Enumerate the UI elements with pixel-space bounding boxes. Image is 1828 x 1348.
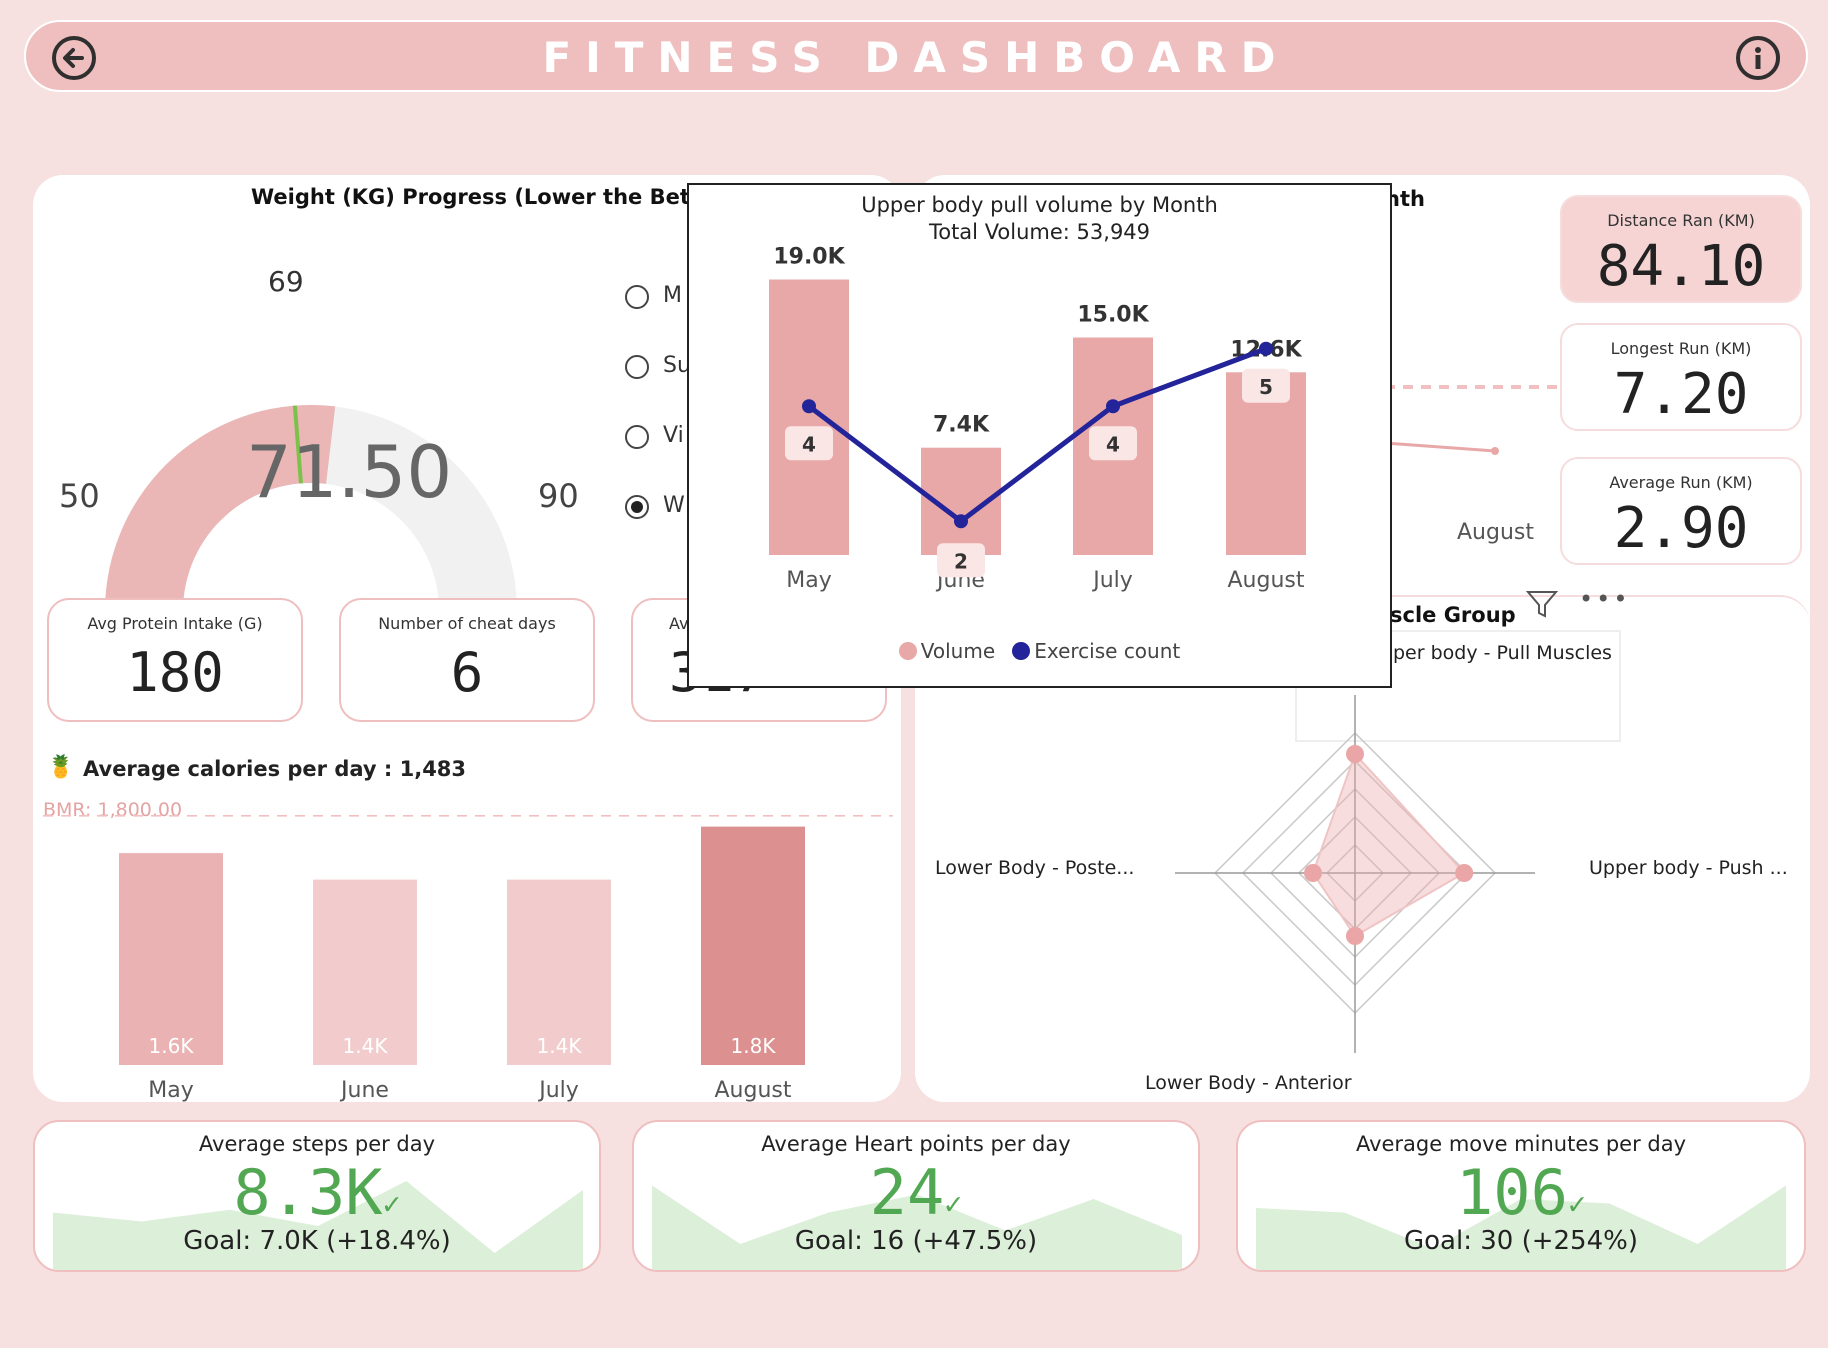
muscle-radar-chart [1175,695,1535,1053]
tooltip-category-label: July [1091,568,1133,593]
longest-run-value: 7.20 [1613,362,1749,427]
calories-category-label: August [715,1078,792,1103]
heart-goal: Goal: 16 (+47.5%) [794,1226,1038,1256]
legend-dot [1012,642,1031,660]
exercise-count-point[interactable] [1259,341,1273,356]
tooltip-title: Upper body pull volume by Month [861,193,1218,217]
pull-volume-chart: 19.0KMay7.4KJune15.0KJuly12.6KAugust4245 [769,245,1306,593]
volume-bar[interactable] [769,279,849,556]
tooltip-legend: Volume Exercise count [689,639,1390,664]
exercise-count-point[interactable] [954,514,968,529]
tooltip-subtitle: Total Volume: 53,949 [928,220,1151,244]
cheat-days-label: Number of cheat days [378,614,556,633]
radio-button[interactable] [625,355,649,379]
exercise-count-label: 5 [1259,375,1273,399]
steps-goal: Goal: 7.0K (+18.4%) [183,1226,451,1256]
radio-label: W [663,493,685,518]
average-run-label: Average Run (KM) [1609,473,1753,492]
calories-bar-label: 1.6K [149,1034,195,1058]
exercise-count-line [807,346,1267,525]
volume-bar-label: 19.0K [773,245,845,270]
move-minutes-card: Average move minutes per day 106✓ Goal: … [1236,1120,1806,1272]
gauge-value: 71.50 [246,430,453,514]
protein-value: 180 [126,641,224,704]
gauge-max-label: 90 [538,477,579,515]
steps-label: Average steps per day [198,1132,436,1156]
move-label: Average move minutes per day [1355,1132,1687,1156]
exercise-count-point[interactable] [1106,399,1120,414]
gauge-min-label: 50 [59,477,100,515]
protein-card: Avg Protein Intake (G) 180 [47,598,303,722]
move-goal: Goal: 30 (+254%) [1404,1226,1638,1256]
radar-label-right: Upper body - Push ... [1589,857,1788,879]
dashboard-title: FITNESS DASHBOARD [542,33,1290,82]
pull-volume-tooltip: Upper body pull volume by Month Total Vo… [687,183,1392,688]
average-run-value: 2.90 [1613,496,1749,561]
heart-points-card: Average Heart points per day 24✓ Goal: 1… [632,1120,1200,1272]
longest-run-card: Longest Run (KM) 7.20 [1560,323,1802,431]
calories-category-label: May [148,1078,193,1103]
radio-label: M [663,283,682,308]
distance-ran-label: Distance Ran (KM) [1607,211,1755,230]
pineapple-icon: 🍍 [47,755,75,780]
more-options-icon[interactable]: ••• [1579,585,1630,613]
average-run-card: Average Run (KM) 2.90 [1560,457,1802,565]
check-icon: ✓ [382,1187,401,1222]
legend-item-exercise-count: Exercise count [1012,639,1180,663]
exercise-count-point[interactable] [802,399,816,414]
exercise-count-label: 4 [1106,432,1120,456]
dashboard-header: FITNESS DASHBOARD [24,20,1808,92]
cheat-days-value: 6 [450,641,484,704]
radio-button[interactable] [625,285,649,309]
legend-dot [898,642,917,660]
gauge-target-label: 69 [268,265,304,298]
calories-bar-label: 1.8K [731,1034,777,1058]
heart-label: Average Heart points per day [761,1132,1071,1156]
volume-bar-label: 15.0K [1077,303,1149,328]
running-line [1385,441,1496,453]
check-icon: ✓ [1567,1187,1587,1222]
calories-bar[interactable] [701,826,805,1065]
muscle-group-selected: per body - Pull Muscles [1393,642,1612,664]
heart-value: 24✓ [869,1156,963,1229]
info-circle-icon[interactable] [1736,36,1780,80]
radar-label-bottom: Lower Body - Anterior [1145,1072,1352,1094]
radar-point[interactable] [1304,864,1322,882]
filter-icon[interactable] [1525,587,1559,621]
radar-point[interactable] [1346,927,1364,945]
exercise-count-label: 2 [954,549,968,573]
weight-chart-title: Weight (KG) Progress (Lower the Better) [251,185,735,209]
radio-button-selected[interactable] [625,495,649,519]
radio-label: Vi [663,423,684,448]
tooltip-category-label: August [1228,568,1305,593]
calories-bar-label: 1.4K [343,1034,389,1058]
steps-card: Average steps per day 8.3K✓ Goal: 7.0K (… [33,1120,601,1272]
exercise-count-label: 4 [802,432,816,456]
arrow-left-circle-icon[interactable] [52,36,96,80]
volume-bar-label: 7.4K [933,413,990,438]
radar-label-left: Lower Body - Poste... [935,857,1135,879]
radar-point[interactable] [1455,864,1474,882]
protein-label: Avg Protein Intake (G) [87,614,263,633]
steps-value: 8.3K✓ [233,1156,401,1229]
calories-category-label: June [339,1078,389,1103]
running-point [1491,447,1499,455]
running-line-chart [1385,385,1565,455]
tooltip-category-label: May [786,568,831,593]
calories-category-label: July [537,1078,579,1103]
legend-item-volume: Volume [898,639,995,663]
radar-point[interactable] [1346,745,1364,763]
move-value: 106✓ [1455,1156,1587,1229]
calories-bar-label: 1.4K [537,1034,583,1058]
running-x-label: August [1457,520,1534,545]
radio-button[interactable] [625,425,649,449]
calories-title: Average calories per day : 1,483 [83,757,467,781]
muscle-group-title: scle Group [1390,603,1516,627]
check-icon: ✓ [944,1187,963,1222]
calories-bar-chart: 1.6K May 1.4K June 1.4K July 1.8K August [43,815,893,1103]
distance-ran-card: Distance Ran (KM) 84.10 [1560,195,1802,303]
cheat-days-card: Number of cheat days 6 [339,598,595,722]
distance-ran-value: 84.10 [1596,234,1766,299]
longest-run-label: Longest Run (KM) [1610,339,1752,358]
